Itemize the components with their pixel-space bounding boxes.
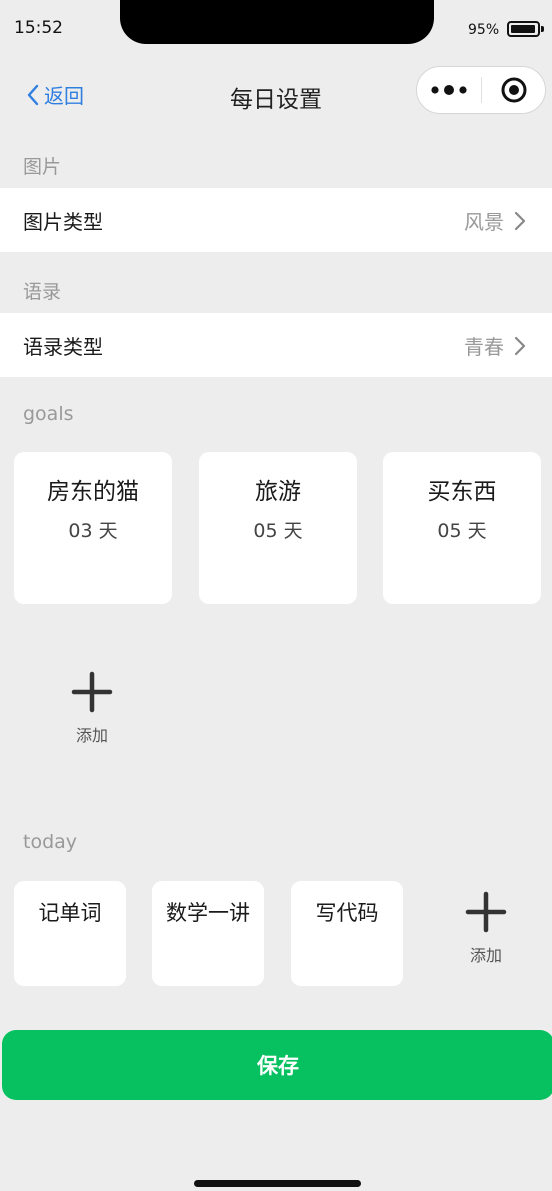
page: 15:52 95% 返回 每日设置 图片 图片类型 风景 语录 语录类型 青春 …	[0, 0, 552, 1191]
quote-type-label: 语录类型	[23, 334, 103, 359]
quote-type-value: 青春	[464, 334, 504, 359]
plus-icon	[71, 671, 113, 713]
status-time: 15:52	[14, 18, 63, 38]
today-card[interactable]: 数学一讲	[152, 881, 264, 986]
home-indicator	[194, 1180, 361, 1187]
today-task-name: 写代码	[315, 901, 379, 925]
quote-type-row[interactable]: 语录类型 青春	[0, 313, 552, 377]
image-type-row[interactable]: 图片类型 风景	[0, 188, 552, 252]
goal-days: 05 天	[437, 520, 487, 542]
goal-card[interactable]: 旅游 05 天	[199, 452, 357, 604]
status-bar: 15:52 95%	[0, 0, 552, 58]
goal-card[interactable]: 房东的猫 03 天	[14, 452, 172, 604]
battery-percentage: 95%	[468, 22, 500, 38]
nav-bar: 返回 每日设置	[0, 62, 552, 128]
chevron-right-icon	[514, 336, 526, 356]
mini-program-capsule	[416, 66, 546, 114]
goal-name: 房东的猫	[47, 479, 139, 505]
plus-icon	[465, 891, 507, 933]
section-header-goals: goals	[23, 403, 74, 425]
chevron-right-icon	[514, 211, 526, 231]
goal-name: 旅游	[255, 479, 301, 505]
more-dots-icon	[431, 85, 467, 95]
target-close-icon	[501, 77, 526, 103]
add-goal-label: 添加	[75, 726, 108, 745]
battery-fill	[511, 25, 535, 33]
goal-name: 买东西	[427, 479, 497, 505]
add-today-button[interactable]: 添加	[448, 890, 524, 978]
today-task-name: 记单词	[38, 901, 102, 925]
goal-card[interactable]: 买东西 05 天	[383, 452, 541, 604]
add-goal-button[interactable]: 添加	[54, 670, 130, 758]
close-mini-program-button[interactable]	[482, 67, 545, 113]
battery-icon	[507, 21, 540, 37]
image-type-label: 图片类型	[23, 209, 103, 234]
today-card[interactable]: 写代码	[291, 881, 403, 986]
device-notch	[120, 0, 434, 44]
more-button[interactable]	[417, 67, 481, 113]
image-type-value: 风景	[464, 209, 504, 234]
section-header-image: 图片	[23, 156, 62, 178]
today-task-name: 数学一讲	[166, 901, 250, 925]
section-header-quote: 语录	[23, 281, 62, 303]
section-header-today: today	[23, 831, 78, 853]
add-today-label: 添加	[469, 946, 502, 965]
save-button[interactable]: 保存	[2, 1030, 552, 1100]
goal-days: 05 天	[253, 520, 303, 542]
goal-days: 03 天	[68, 520, 118, 542]
battery-cap	[541, 26, 544, 32]
today-card[interactable]: 记单词	[14, 881, 126, 986]
